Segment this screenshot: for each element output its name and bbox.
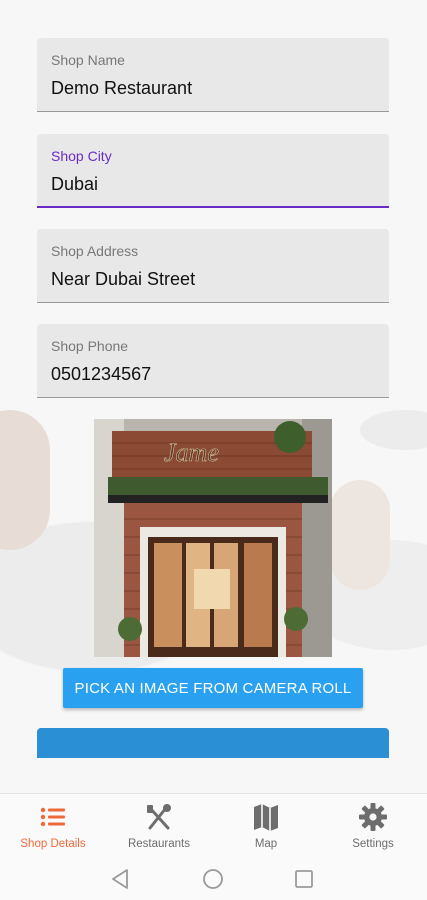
shop-photo: Jame xyxy=(94,419,332,657)
shop-city-field[interactable]: Shop City Dubai xyxy=(37,134,389,208)
tab-label: Shop Details xyxy=(20,838,86,850)
shop-address-label: Shop Address xyxy=(51,243,139,259)
recents-icon[interactable] xyxy=(291,866,317,892)
shop-name-label: Shop Name xyxy=(51,52,125,68)
tab-restaurants[interactable]: Restaurants xyxy=(106,794,212,858)
shop-phone-input[interactable]: 0501234567 xyxy=(51,364,151,385)
shop-phone-label: Shop Phone xyxy=(51,338,129,354)
tab-settings[interactable]: Settings xyxy=(320,794,426,858)
list-icon xyxy=(40,807,65,827)
tab-label: Restaurants xyxy=(127,838,190,850)
cutlery-icon xyxy=(147,804,171,830)
tab-map[interactable]: Map xyxy=(213,794,319,858)
locate-shop-button[interactable] xyxy=(37,728,389,758)
back-icon[interactable] xyxy=(108,866,134,892)
map-icon xyxy=(254,804,278,831)
shop-name-input[interactable]: Demo Restaurant xyxy=(51,78,192,99)
shop-name-field[interactable]: Shop Name Demo Restaurant xyxy=(37,38,389,112)
tab-shop-details[interactable]: Shop Details xyxy=(0,794,106,858)
bottom-tab-bar: Shop Details Restaurants Map Settings xyxy=(0,793,427,858)
shop-phone-field[interactable]: Shop Phone 0501234567 xyxy=(37,324,389,398)
shop-city-label: Shop City xyxy=(51,148,112,164)
tab-label: Settings xyxy=(352,838,394,850)
home-icon[interactable] xyxy=(200,866,226,892)
pick-image-button[interactable]: PICK AN IMAGE FROM CAMERA ROLL xyxy=(63,668,363,708)
gear-icon xyxy=(359,803,387,831)
shop-sign-text: Jame xyxy=(164,438,219,467)
shop-city-input[interactable]: Dubai xyxy=(51,174,98,195)
tab-label: Map xyxy=(254,838,278,850)
shop-address-field[interactable]: Shop Address Near Dubai Street xyxy=(37,229,389,303)
system-nav-bar xyxy=(0,857,427,900)
shop-address-input[interactable]: Near Dubai Street xyxy=(51,269,195,290)
